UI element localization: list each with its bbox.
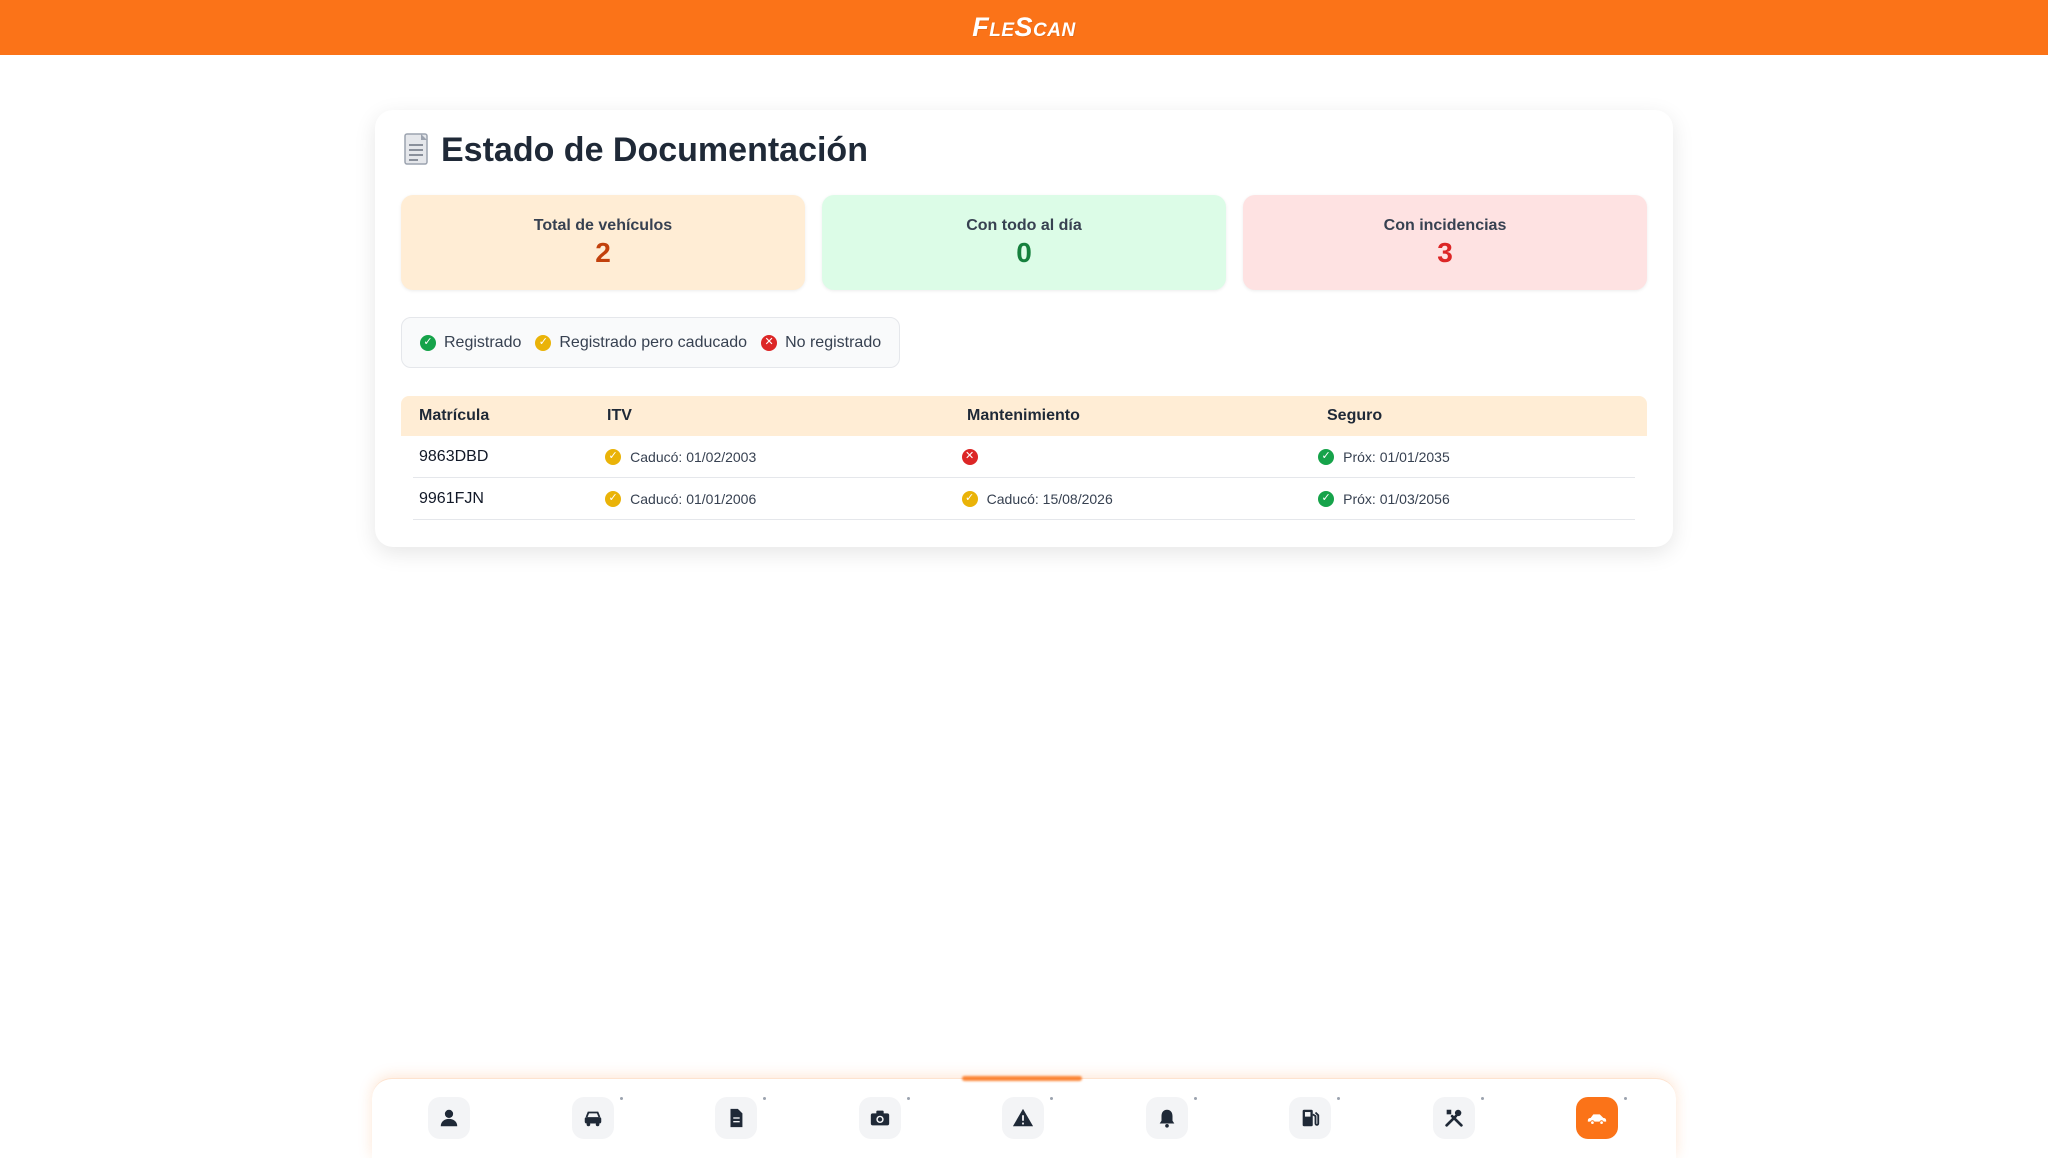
check-circle-icon: ✓: [535, 334, 552, 351]
nav-button-car[interactable]: [571, 1097, 614, 1139]
maintenance-cell: ✕: [961, 448, 1318, 465]
page-title-text: Estado de Documentación: [441, 130, 868, 169]
legend-registered: ✓ Registrado: [420, 334, 521, 352]
stat-value: 0: [1016, 236, 1032, 268]
column-header-plate: Matrícula: [419, 407, 490, 424]
stat-incidents: Con incidencias 3: [1243, 195, 1647, 290]
maintenance-text: Caducó: 15/08/2026: [986, 490, 1113, 507]
stat-label: Total de vehículos: [533, 216, 673, 234]
stat-value: 2: [595, 236, 611, 268]
table-header: Matrícula ITV Mantenimiento Seguro: [401, 396, 1647, 436]
nav-button-user[interactable]: [428, 1097, 470, 1139]
nav-badge-dot: [1193, 1097, 1197, 1100]
document-icon: [401, 132, 433, 168]
nav-button-fuel-pump[interactable]: [1289, 1097, 1331, 1139]
legend-expired: ✓ Registrado pero caducado: [535, 334, 747, 352]
table-row[interactable]: 9961FJN ✓ Caducó: 01/01/2006 ✓ Caducó: 15/08…: [413, 478, 1635, 520]
insurance-text: Próx: 01/01/2035: [1343, 448, 1450, 465]
car-side-icon: [1587, 1114, 1607, 1125]
legend-missing: ✕ No registrado: [761, 334, 881, 352]
legend-label: No registrado: [785, 333, 882, 351]
nav-badge-dot: [763, 1097, 766, 1100]
tools-icon: [1444, 1109, 1463, 1127]
itv-cell: ✓ Caducó: 01/02/2003: [605, 448, 961, 465]
documentation-card: Estado de Documentación Total de vehícul…: [375, 110, 1673, 547]
itv-cell: ✓ Caducó: 01/01/2006: [605, 490, 961, 507]
camera-icon: [870, 1110, 889, 1126]
legend-label: Registrado: [444, 333, 522, 351]
documentation-table: Matrícula ITV Mantenimiento Seguro 9863D…: [401, 396, 1647, 520]
insurance-cell: ✓ Próx: 01/03/2056: [1318, 490, 1635, 507]
nav-badge-dot: [906, 1097, 910, 1100]
app-logo[interactable]: FleScan: [972, 12, 1075, 43]
maintenance-cell: ✓ Caducó: 15/08/2026: [961, 490, 1318, 507]
x-circle-icon: ✕: [961, 448, 978, 465]
fuel-pump-icon: [1302, 1109, 1320, 1127]
nav-indicator: [962, 1076, 1082, 1081]
check-circle-icon: ✓: [420, 334, 436, 351]
nav-badge-dot: [619, 1097, 623, 1100]
column-header-maintenance: Mantenimiento: [967, 407, 1080, 424]
insurance-cell: ✓ Próx: 01/01/2035: [1318, 448, 1635, 465]
itv-text: Caducó: 01/01/2006: [630, 490, 757, 507]
check-circle-icon: ✓: [1318, 490, 1335, 507]
nav-button-tools[interactable]: [1432, 1097, 1475, 1139]
warning-icon: [1012, 1108, 1034, 1127]
bell-icon: [1159, 1109, 1174, 1128]
insurance-text: Próx: 01/03/2056: [1343, 490, 1450, 507]
nav-button-car-side[interactable]: [1576, 1097, 1618, 1139]
stat-up-to-date: Con todo al día 0: [822, 195, 1226, 290]
plate-cell: 9863DBD: [419, 447, 489, 465]
nav-button-bell[interactable]: [1145, 1097, 1188, 1139]
nav-button-warning[interactable]: [1002, 1097, 1044, 1139]
status-legend: ✓ Registrado ✓ Registrado pero caducado …: [401, 317, 901, 368]
nav-badge-dot: [1050, 1097, 1053, 1100]
table-body: 9863DBD ✓ Caducó: 01/02/2003 ✕ ✓ Próx: 01/01/…: [401, 436, 1647, 520]
table-row[interactable]: 9863DBD ✓ Caducó: 01/02/2003 ✕ ✓ Próx: 01/01/…: [413, 436, 1635, 478]
nav-badge-dot: [1624, 1097, 1627, 1100]
stat-label: Con incidencias: [1383, 216, 1507, 234]
top-bar: FleScan: [0, 0, 2048, 55]
car-icon: [584, 1111, 601, 1127]
check-circle-icon: ✓: [961, 490, 978, 507]
column-header-insurance: Seguro: [1327, 407, 1383, 424]
nav-button-camera[interactable]: [858, 1097, 901, 1139]
legend-label: Registrado pero caducado: [559, 333, 748, 351]
user-icon: [440, 1109, 458, 1127]
nav-badge-dot: [1337, 1097, 1340, 1100]
stat-value: 3: [1437, 236, 1453, 268]
nav-button-document[interactable]: [715, 1097, 757, 1139]
page-title: Estado de Documentación: [401, 128, 868, 172]
plate-cell: 9961FJN: [419, 489, 484, 507]
itv-text: Caducó: 01/02/2003: [630, 448, 757, 465]
check-circle-icon: ✓: [605, 448, 622, 465]
column-header-itv: ITV: [607, 407, 632, 424]
nav-badge-dot: [1480, 1097, 1484, 1100]
stat-total-vehicles: Total de vehículos 2: [401, 195, 805, 290]
check-circle-icon: ✓: [605, 490, 622, 507]
bottom-navigation: [372, 1076, 1676, 1158]
check-circle-icon: ✓: [1318, 448, 1335, 465]
x-circle-icon: ✕: [761, 334, 778, 351]
stat-label: Con todo al día: [966, 216, 1082, 234]
document-icon: [730, 1108, 743, 1128]
